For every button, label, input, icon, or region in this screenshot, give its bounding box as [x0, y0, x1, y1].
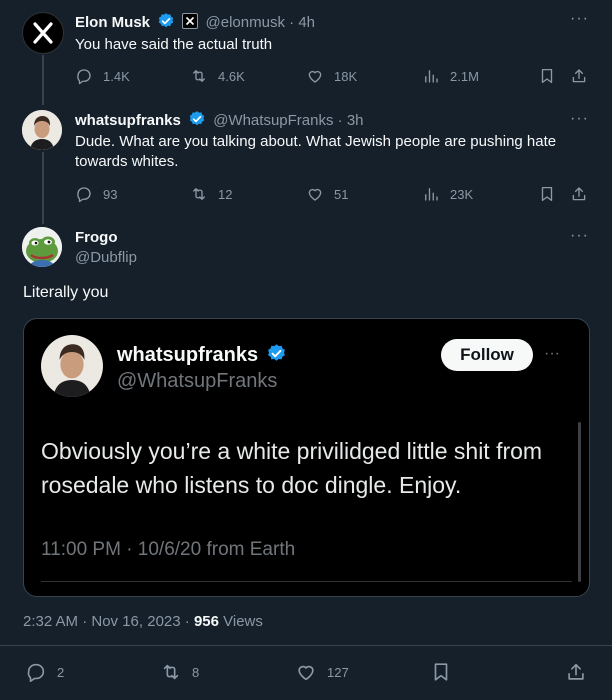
- more-icon[interactable]: ···: [570, 227, 589, 245]
- repost-icon: [193, 70, 205, 82]
- quote-timestamp: 11:00 PM · 10/6/20 from Earth: [41, 539, 296, 560]
- tweet-actions: 2 8 127: [25, 661, 590, 683]
- like-button[interactable]: 18K: [306, 67, 357, 85]
- repost-button[interactable]: 4.6K: [190, 67, 245, 85]
- bookmark-button[interactable]: [538, 67, 556, 85]
- views-button[interactable]: 2.1M: [422, 67, 479, 85]
- share-button[interactable]: [570, 67, 588, 85]
- views-count: 23K: [450, 186, 474, 202]
- handle[interactable]: @WhatsupFranks: [213, 112, 333, 129]
- repost-button[interactable]: 8: [160, 661, 199, 683]
- frog-avatar-image: [22, 227, 62, 267]
- like-count: 18K: [334, 68, 358, 84]
- avatar-photo: [41, 335, 103, 397]
- avatar[interactable]: [41, 335, 103, 397]
- repost-count: 4.6K: [218, 68, 245, 84]
- reply-button[interactable]: 2: [25, 661, 64, 683]
- quote-header: whatsupfranks: [117, 343, 287, 367]
- avatar[interactable]: [22, 110, 62, 150]
- reply-button[interactable]: 1.4K: [75, 67, 130, 85]
- author-name[interactable]: whatsupfranks: [117, 344, 258, 366]
- share-icon: [572, 69, 586, 83]
- quote-divider: [41, 581, 572, 582]
- scrollbar[interactable]: [578, 422, 581, 582]
- like-count: 51: [334, 186, 349, 202]
- handle[interactable]: @elonmusk: [206, 14, 285, 31]
- more-icon[interactable]: ···: [544, 345, 560, 363]
- author-name[interactable]: Frogo: [75, 229, 118, 246]
- views-icon: [425, 188, 438, 201]
- reply-count: 93: [103, 186, 118, 202]
- views-label: Views: [218, 613, 263, 630]
- repost-count: 8: [192, 664, 200, 680]
- reply-count: 2: [57, 664, 65, 680]
- divider: [0, 645, 612, 646]
- time[interactable]: 3h: [347, 112, 364, 129]
- avatar[interactable]: [22, 12, 64, 54]
- bookmark-icon: [434, 663, 448, 681]
- bookmark-button[interactable]: [430, 661, 452, 683]
- tweet-meta: 2:32 AM · Nov 16, 2023 · 956 Views: [23, 613, 263, 630]
- like-icon: [308, 188, 322, 201]
- separator: ·: [337, 112, 343, 129]
- views-count: 956: [193, 613, 219, 630]
- like-button[interactable]: 51: [306, 185, 348, 203]
- views-button[interactable]: 23K: [422, 185, 473, 203]
- thread-line: [42, 152, 44, 224]
- avatar-photo: [22, 110, 62, 150]
- more-icon[interactable]: ···: [570, 10, 589, 28]
- repost-icon: [193, 188, 205, 200]
- share-button[interactable]: [570, 185, 588, 203]
- reply-count: 1.4K: [103, 68, 130, 84]
- bookmark-icon: [541, 68, 553, 84]
- like-icon: [308, 70, 322, 83]
- separator: ·: [289, 14, 295, 31]
- author-name[interactable]: whatsupfranks: [75, 112, 181, 129]
- quoted-tweet-card[interactable]: whatsupfranks @WhatsupFranks Follow ··· …: [23, 318, 590, 597]
- tweet-header: whatsupfranks @WhatsupFranks · 3h: [75, 110, 364, 129]
- bookmark-icon: [541, 186, 553, 202]
- affiliate-badge[interactable]: [182, 13, 199, 29]
- tweet-actions: 1.4K 4.6K 18K 2.1M: [75, 67, 595, 87]
- reply-icon: [77, 69, 91, 85]
- reply-button[interactable]: 93: [75, 185, 117, 203]
- like-icon: [298, 665, 314, 681]
- verified-icon: [158, 13, 174, 28]
- tweet-text: You have said the actual truth: [75, 36, 273, 53]
- bookmark-button[interactable]: [538, 185, 556, 203]
- views-count: 2.1M: [450, 68, 479, 84]
- views-icon: [425, 70, 438, 83]
- like-button[interactable]: 127: [295, 661, 349, 683]
- handle[interactable]: @Dubflip: [75, 249, 137, 266]
- verified-icon: [267, 344, 285, 361]
- author-name[interactable]: Elon Musk: [75, 14, 150, 31]
- share-icon: [572, 187, 586, 201]
- thread-line: [42, 55, 44, 105]
- time[interactable]: 4h: [298, 14, 315, 31]
- avatar[interactable]: [22, 227, 62, 267]
- like-count: 127: [327, 664, 349, 680]
- repost-button[interactable]: 12: [190, 185, 232, 203]
- handle[interactable]: @WhatsupFranks: [117, 370, 277, 393]
- tweet-actions: 93 12 51 23K: [75, 185, 595, 205]
- tweet-timestamp[interactable]: 2:32 AM · Nov 16, 2023 ·: [23, 613, 194, 630]
- x-logo-icon: [186, 16, 195, 26]
- verified-icon: [189, 111, 205, 126]
- share-icon: [568, 663, 584, 680]
- tweet-header: Elon Musk @elonmusk · 4h: [75, 12, 315, 31]
- repost-icon: [163, 664, 179, 680]
- tweet-text: Dude. What are you talking about. What J…: [75, 133, 557, 170]
- repost-count: 12: [218, 186, 233, 202]
- follow-button[interactable]: Follow: [441, 339, 533, 371]
- more-icon[interactable]: ···: [570, 110, 589, 128]
- reply-icon: [27, 663, 45, 682]
- quote-text: Obviously you’re a white privilidged lit…: [41, 438, 543, 498]
- share-button[interactable]: [565, 661, 587, 683]
- reply-icon: [77, 187, 91, 203]
- x-logo-icon: [33, 22, 53, 44]
- tweet-text: Literally you: [23, 284, 109, 301]
